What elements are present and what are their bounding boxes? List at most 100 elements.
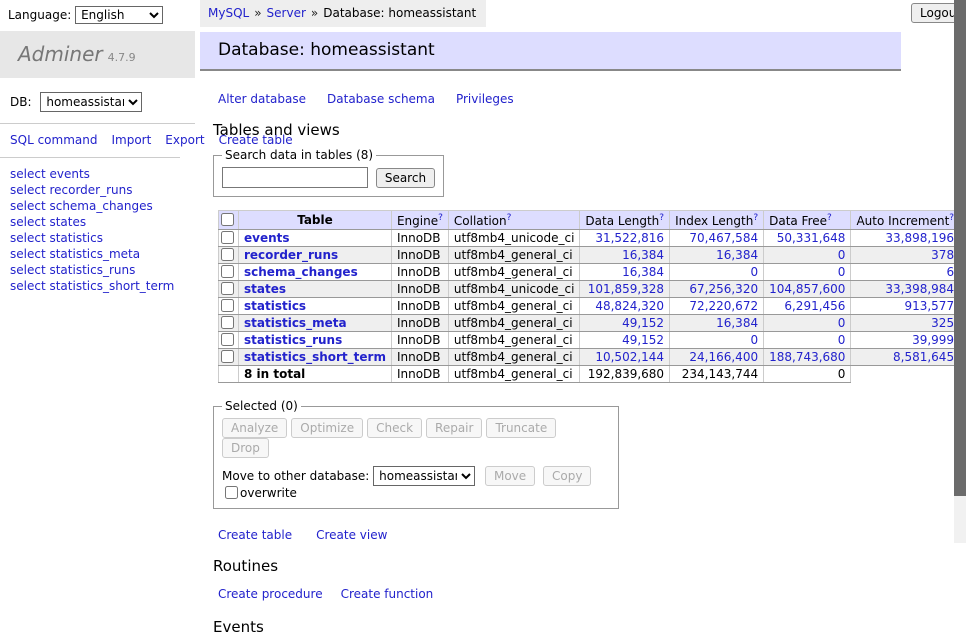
search-input[interactable] <box>222 167 368 188</box>
row-checkbox[interactable] <box>221 299 234 312</box>
column-help-link[interactable]: ? <box>507 213 512 223</box>
data-length-link[interactable]: 48,824,320 <box>595 299 664 313</box>
index-length-link[interactable]: 72,220,672 <box>689 299 758 313</box>
row-checkbox[interactable] <box>221 350 234 363</box>
sidebar-table-link[interactable]: select states <box>10 215 195 231</box>
auto-increment-cell: 6 <box>851 264 960 281</box>
sidebar-action-link[interactable]: Import <box>111 133 151 147</box>
breadcrumb-link[interactable]: MySQL <box>208 6 249 20</box>
index-length-link[interactable]: 24,166,400 <box>689 350 758 364</box>
auto-increment-link[interactable]: 325 <box>931 316 954 330</box>
data-length-link[interactable]: 16,384 <box>622 265 664 279</box>
check-button[interactable]: Check <box>367 418 422 438</box>
data-free-link[interactable]: 50,331,648 <box>777 231 846 245</box>
column-help-link[interactable]: ? <box>659 213 664 223</box>
auto-increment-link[interactable]: 913,577 <box>904 299 954 313</box>
row-checkbox[interactable] <box>221 231 234 244</box>
routine-create-link[interactable]: Create procedure <box>218 587 323 601</box>
row-checkbox[interactable] <box>221 265 234 278</box>
overwrite-checkbox[interactable] <box>225 486 238 499</box>
data-free-link[interactable]: 0 <box>838 248 846 262</box>
data-free-link[interactable]: 6,291,456 <box>784 299 845 313</box>
row-checkbox[interactable] <box>221 248 234 261</box>
move-button[interactable]: Move <box>485 466 535 486</box>
scrollbar-thumb[interactable] <box>954 0 966 496</box>
column-help-link[interactable]: ? <box>753 213 758 223</box>
move-db-select[interactable]: homeassistant <box>373 466 475 486</box>
collation-cell: utf8mb4_general_ci <box>448 298 580 315</box>
data-length-link[interactable]: 16,384 <box>622 248 664 262</box>
data-free-link[interactable]: 188,743,680 <box>769 350 845 364</box>
table-name-link[interactable]: events <box>244 231 290 245</box>
data-length-link[interactable]: 10,502,144 <box>595 350 664 364</box>
sidebar-action-link[interactable]: Export <box>165 133 204 147</box>
data-free-link[interactable]: 0 <box>838 265 846 279</box>
optimize-button[interactable]: Optimize <box>291 418 363 438</box>
index-length-link[interactable]: 16,384 <box>716 248 758 262</box>
truncate-button[interactable]: Truncate <box>486 418 556 438</box>
sidebar-table-link[interactable]: select recorder_runs <box>10 183 195 199</box>
drop-button[interactable]: Drop <box>222 438 269 458</box>
vertical-scrollbar[interactable] <box>954 0 966 543</box>
table-name-link[interactable]: schema_changes <box>244 265 358 279</box>
index-length-link[interactable]: 70,467,584 <box>689 231 758 245</box>
auto-increment-link[interactable]: 6 <box>946 265 954 279</box>
page-title: Database: homeassistant <box>200 32 901 71</box>
sidebar-table-link[interactable]: select statistics_runs <box>10 263 195 279</box>
data-free-cell: 0 <box>764 247 851 264</box>
select-all-checkbox[interactable] <box>221 213 234 226</box>
analyze-button[interactable]: Analyze <box>222 418 287 438</box>
database-action-link[interactable]: Alter database <box>218 92 306 106</box>
data-length-link[interactable]: 31,522,816 <box>595 231 664 245</box>
data-free-link[interactable]: 104,857,600 <box>769 282 845 296</box>
database-action-link[interactable]: Privileges <box>456 92 514 106</box>
sidebar-table-link[interactable]: select statistics_short_term <box>10 279 195 295</box>
column-label: Data Free <box>769 214 827 228</box>
sidebar-table-link[interactable]: select statistics_meta <box>10 247 195 263</box>
column-help-link[interactable]: ? <box>827 213 832 223</box>
table-name-link[interactable]: states <box>244 282 286 296</box>
table-name-link[interactable]: statistics_short_term <box>244 350 386 364</box>
row-checkbox[interactable] <box>221 316 234 329</box>
create-link[interactable]: Create table <box>218 528 292 542</box>
auto-increment-cell: 33,398,984 <box>851 281 960 298</box>
auto-increment-link[interactable]: 378 <box>931 248 954 262</box>
db-select[interactable]: homeassistant <box>40 92 142 112</box>
create-link[interactable]: Create view <box>316 528 387 542</box>
index-length-link[interactable]: 0 <box>750 265 758 279</box>
auto-increment-link[interactable]: 39,999 <box>912 333 954 347</box>
database-action-links: Alter database Database schema Privileges <box>218 92 901 106</box>
index-length-link[interactable]: 67,256,320 <box>689 282 758 296</box>
row-checkbox[interactable] <box>221 333 234 346</box>
data-free-cell: 0 <box>764 264 851 281</box>
database-action-link[interactable]: Database schema <box>327 92 435 106</box>
table-name-link[interactable]: statistics_meta <box>244 316 347 330</box>
column-help-link[interactable]: ? <box>438 213 443 223</box>
data-free-link[interactable]: 0 <box>838 316 846 330</box>
language-select[interactable]: English <box>75 6 163 24</box>
data-free-link[interactable]: 0 <box>838 333 846 347</box>
index-length-link[interactable]: 16,384 <box>716 316 758 330</box>
sidebar-action-link[interactable]: SQL command <box>10 133 97 147</box>
auto-increment-link[interactable]: 8,581,645 <box>893 350 954 364</box>
routine-create-link[interactable]: Create function <box>341 587 434 601</box>
repair-button[interactable]: Repair <box>426 418 482 438</box>
copy-button[interactable]: Copy <box>543 466 591 486</box>
data-length-link[interactable]: 49,152 <box>622 333 664 347</box>
sidebar-table-link[interactable]: select events <box>10 167 195 183</box>
data-length-link[interactable]: 101,859,328 <box>588 282 664 296</box>
table-name-link[interactable]: statistics_runs <box>244 333 342 347</box>
row-checkbox-cell <box>219 298 239 315</box>
breadcrumb-link[interactable]: Server <box>267 6 306 20</box>
auto-increment-link[interactable]: 33,898,196 <box>885 231 954 245</box>
table-name-link[interactable]: statistics <box>244 299 306 313</box>
index-length-link[interactable]: 0 <box>750 333 758 347</box>
table-name-link[interactable]: recorder_runs <box>244 248 338 262</box>
data-length-link[interactable]: 49,152 <box>622 316 664 330</box>
db-selector-row: DB: homeassistant <box>0 78 195 124</box>
search-button[interactable]: Search <box>376 168 435 188</box>
sidebar-table-link[interactable]: select statistics <box>10 231 195 247</box>
auto-increment-link[interactable]: 33,398,984 <box>885 282 954 296</box>
sidebar-table-link[interactable]: select schema_changes <box>10 199 195 215</box>
row-checkbox[interactable] <box>221 282 234 295</box>
